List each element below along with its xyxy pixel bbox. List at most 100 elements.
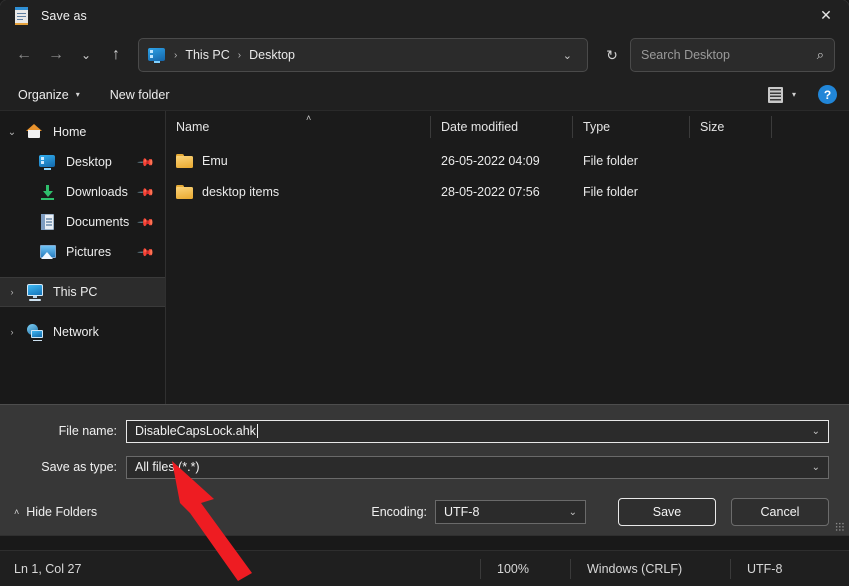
command-bar-right: ▾ ? <box>767 85 837 104</box>
this-pc-icon <box>24 283 46 301</box>
status-zoom-level[interactable]: 100% <box>480 558 570 579</box>
dialog-action-row: ˄ Hide Folders Encoding: UTF-8 ⌄ Save Ca… <box>0 489 849 535</box>
cancel-button[interactable]: Cancel <box>731 498 829 526</box>
encoding-value: UTF-8 <box>444 505 480 519</box>
sidebar-item-label: Pictures <box>66 245 112 259</box>
column-header-date-modified[interactable]: Date modified <box>431 115 573 138</box>
sidebar-item-desktop[interactable]: Desktop 📌 <box>0 147 165 177</box>
file-name-value: DisableCapsLock.ahk <box>135 424 256 438</box>
breadcrumb-desktop[interactable]: Desktop <box>246 48 298 62</box>
file-list: Emu 26-05-2022 04:09 File folder desktop… <box>166 142 849 404</box>
dialog-body: ⌄ Home Desktop 📌 Downloads 📌 Documents 📌… <box>0 110 849 404</box>
home-icon <box>24 123 46 141</box>
status-encoding[interactable]: UTF-8 <box>730 558 796 579</box>
back-icon[interactable]: ← <box>8 39 40 71</box>
file-name-label: File name: <box>58 424 117 438</box>
help-icon[interactable]: ? <box>818 85 837 104</box>
chevron-down-icon[interactable]: ⌄ <box>812 462 820 473</box>
status-cursor-position: Ln 1, Col 27 <box>14 561 82 576</box>
chevron-right-icon[interactable]: › <box>0 327 24 337</box>
up-icon[interactable]: ↑ <box>100 39 132 71</box>
chevron-down-icon[interactable]: ⌄ <box>569 507 577 518</box>
recent-locations-icon[interactable]: ⌄ <box>72 39 100 71</box>
pin-icon: 📌 <box>136 243 155 262</box>
action-buttons: Encoding: UTF-8 ⌄ Save Cancel <box>371 498 829 526</box>
sidebar-item-downloads[interactable]: Downloads 📌 <box>0 177 165 207</box>
file-type-cell: File folder <box>583 184 638 199</box>
pictures-icon <box>37 243 59 261</box>
column-header-size[interactable]: Size <box>690 115 772 138</box>
sidebar-item-pictures[interactable]: Pictures 📌 <box>0 237 165 267</box>
resize-grip[interactable] <box>835 522 844 531</box>
text-caret <box>256 424 258 438</box>
save-as-type-label: Save as type: <box>41 460 117 474</box>
documents-icon <box>37 213 59 231</box>
sidebar-item-label: Documents <box>66 215 130 229</box>
sidebar-item-documents[interactable]: Documents 📌 <box>0 207 165 237</box>
new-folder-button[interactable]: New folder <box>110 88 170 102</box>
desktop-icon <box>37 153 59 171</box>
refresh-icon[interactable]: ↻ <box>598 39 630 71</box>
column-header-name[interactable]: Name <box>166 115 431 138</box>
sort-ascending-icon: ˄ <box>306 113 312 123</box>
breadcrumb-separator: › <box>174 49 178 61</box>
encoding-select[interactable]: UTF-8 ⌄ <box>435 500 586 524</box>
organize-label: Organize <box>18 87 69 102</box>
this-pc-crumb-icon <box>148 47 165 63</box>
chevron-down-icon[interactable]: ⌄ <box>554 49 581 62</box>
close-icon[interactable]: ✕ <box>803 0 849 31</box>
pin-icon: 📌 <box>136 153 155 172</box>
file-name-cell: desktop items <box>166 184 431 199</box>
downloads-icon <box>37 183 59 201</box>
pin-icon: 📌 <box>136 213 155 232</box>
breadcrumb-this-pc[interactable]: This PC <box>182 48 232 62</box>
view-mode-icon[interactable] <box>767 86 783 103</box>
address-bar[interactable]: › This PC › Desktop ⌄ <box>138 38 588 72</box>
forward-icon[interactable]: → <box>40 39 72 71</box>
sidebar-item-label: Desktop <box>66 155 112 169</box>
navigation-bar: ← → ⌄ ↑ › This PC › Desktop ⌄ ↻ Search D… <box>0 31 849 79</box>
organize-button[interactable]: Organize ▾ <box>18 88 80 102</box>
file-name-text: Emu <box>202 153 228 168</box>
chevron-down-icon[interactable]: ▾ <box>792 90 796 99</box>
hide-folders-button[interactable]: ˄ Hide Folders <box>14 505 97 519</box>
search-input[interactable]: Search Desktop <box>641 48 817 62</box>
save-button[interactable]: Save <box>618 498 716 526</box>
sidebar-item-network[interactable]: › Network <box>0 317 165 347</box>
file-type-cell: File folder <box>583 153 638 168</box>
chevron-down-icon[interactable]: ⌄ <box>812 426 820 437</box>
file-name-input[interactable]: DisableCapsLock.ahk ⌄ <box>126 419 829 443</box>
file-name-cell: Emu <box>166 153 431 168</box>
status-line-ending[interactable]: Windows (CRLF) <box>570 558 730 579</box>
file-date-cell: 28-05-2022 07:56 <box>441 184 540 199</box>
sidebar-item-home[interactable]: ⌄ Home <box>0 117 165 147</box>
sidebar-item-label: Downloads <box>66 185 128 199</box>
save-as-dialog: Save as ✕ ← → ⌄ ↑ › This PC › Desktop ⌄ … <box>0 0 849 535</box>
navigation-pane: ⌄ Home Desktop 📌 Downloads 📌 Documents 📌… <box>0 111 166 404</box>
breadcrumb-separator: › <box>237 49 242 61</box>
encoding-label: Encoding: <box>371 505 427 519</box>
column-header-type[interactable]: Type <box>573 115 690 138</box>
hide-folders-label: Hide Folders <box>26 505 98 519</box>
file-name-row: File name: DisableCapsLock.ahk ⌄ <box>0 417 849 445</box>
notepad-status-bar: Ln 1, Col 27 100% Windows (CRLF) UTF-8 <box>0 550 849 586</box>
table-row[interactable]: Emu 26-05-2022 04:09 File folder <box>166 145 849 176</box>
chevron-right-icon[interactable]: › <box>0 287 24 297</box>
sidebar-item-label: Network <box>53 325 99 339</box>
notepad-icon <box>14 6 30 25</box>
search-box[interactable]: Search Desktop ⌕ <box>630 38 835 72</box>
dialog-title-bar: Save as ✕ <box>0 0 849 31</box>
command-bar: Organize ▾ New folder ▾ ? <box>0 79 849 110</box>
chevron-up-icon: ˄ <box>14 507 20 517</box>
chevron-down-icon[interactable]: ⌄ <box>0 127 24 138</box>
table-row[interactable]: desktop items 28-05-2022 07:56 File fold… <box>166 176 849 207</box>
pin-icon: 📌 <box>136 183 155 202</box>
save-as-type-select[interactable]: All files (*.*) ⌄ <box>126 455 829 479</box>
screen-root: Ln 1, Col 27 100% Windows (CRLF) UTF-8 S… <box>0 0 849 586</box>
sidebar-item-this-pc[interactable]: › This PC <box>0 277 165 307</box>
search-icon: ⌕ <box>816 47 824 62</box>
network-icon <box>24 323 46 341</box>
save-as-type-value: All files (*.*) <box>135 460 200 474</box>
